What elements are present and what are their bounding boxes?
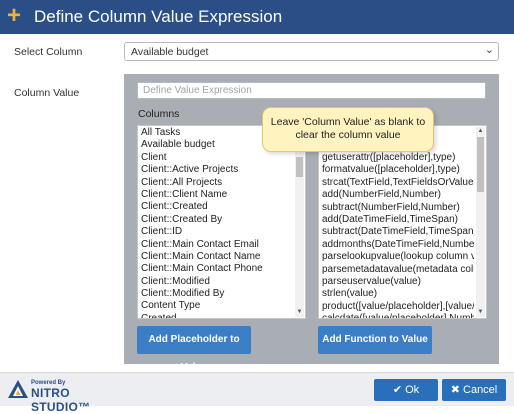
functions-scrollbar[interactable]: ▲ ▼ (476, 127, 485, 317)
list-item[interactable]: Client::Main Contact Phone (141, 263, 293, 275)
scroll-thumb[interactable] (477, 137, 484, 192)
brand-text: NITRO STUDIO™ (31, 386, 91, 414)
list-item[interactable]: strcat(TextField,TextFieldsOrValues) (322, 177, 474, 189)
functions-list[interactable]: getuserattr([placeholder],type) formatval… (318, 125, 487, 319)
list-item[interactable]: Client::All Projects (141, 177, 293, 189)
list-item[interactable]: add(DateTimeField,TimeSpan) (322, 214, 474, 226)
list-item[interactable]: Client::Created By (141, 214, 293, 226)
list-item[interactable]: Client::ID (141, 226, 293, 238)
cancel-button[interactable]: ✖ Cancel (442, 379, 506, 401)
scroll-up-icon[interactable]: ▲ (477, 128, 484, 135)
list-item[interactable]: parseuservalue(value) (322, 276, 474, 288)
list-item[interactable]: Client::Main Contact Name (141, 251, 293, 263)
list-item[interactable]: subtract(NumberField,Number) (322, 202, 474, 214)
columns-list[interactable]: All Tasks Available budget Client Client::A… (137, 125, 306, 319)
list-item[interactable]: Created (141, 313, 293, 318)
columns-scrollbar[interactable]: ▲ ▼ (295, 127, 304, 317)
scroll-down-icon[interactable]: ▼ (296, 309, 303, 316)
select-column-label: Select Column (14, 46, 83, 58)
add-function-button[interactable]: Add Function to Value (318, 326, 432, 354)
list-item[interactable]: subtract(DateTimeField,TimeSpan) (322, 226, 474, 238)
tooltip-line-2: clear the column value (295, 129, 401, 141)
list-item[interactable]: Client::Main Contact Email (141, 239, 293, 251)
columns-heading: Columns (138, 108, 180, 120)
dialog-header: + Define Column Value Expression (0, 0, 514, 34)
add-placeholder-button[interactable]: Add Placeholder to Value (137, 326, 251, 373)
list-item[interactable]: Client::Active Projects (141, 164, 293, 176)
list-item[interactable]: add(NumberField,Number) (322, 189, 474, 201)
list-item[interactable]: product([value/placeholder],[value/place… (322, 301, 474, 313)
list-item[interactable]: Client::Modified (141, 276, 293, 288)
chevron-down-icon: ⌄ (484, 44, 494, 56)
list-item[interactable]: parsemetadatavalue(metadata column value… (322, 264, 474, 276)
list-item[interactable]: calcdate([value/placeholder],Number,Form… (322, 313, 474, 318)
scroll-down-icon[interactable]: ▼ (477, 309, 484, 316)
list-item[interactable]: strlen(value) (322, 288, 474, 300)
nitro-studio-logo: Powered By NITRO STUDIO™ (6, 377, 126, 414)
nitro-logo-icon (8, 380, 28, 398)
list-item[interactable]: Client (141, 152, 293, 164)
select-column-dropdown[interactable]: Available budget ⌄ (124, 42, 499, 61)
list-item[interactable]: Client::Client Name (141, 189, 293, 201)
list-item[interactable]: parselookupvalue(lookup column value) (322, 251, 474, 263)
list-item[interactable]: Content Type (141, 300, 293, 312)
ok-button[interactable]: ✔ Ok (374, 379, 438, 401)
scroll-thumb[interactable] (296, 157, 303, 177)
list-item[interactable]: addmonths(DateTimeField,Number) (322, 239, 474, 251)
list-item[interactable]: Client::Created (141, 201, 293, 213)
select-column-value: Available budget (131, 46, 209, 58)
column-value-label: Column Value (14, 87, 80, 99)
dialog-title: Define Column Value Expression (34, 7, 283, 26)
list-item[interactable]: formatvalue([placeholder],type) (322, 164, 474, 176)
blank-value-tooltip: Leave 'Column Value' as blank to clear t… (262, 107, 434, 152)
list-item[interactable]: getuserattr([placeholder],type) (322, 152, 474, 164)
plus-icon: + (7, 2, 22, 29)
list-item[interactable]: Client::Modified By (141, 288, 293, 300)
expression-input[interactable]: Define Value Expression (137, 82, 486, 99)
tooltip-line-1: Leave 'Column Value' as blank to (270, 116, 426, 128)
expression-placeholder: Define Value Expression (143, 85, 252, 96)
